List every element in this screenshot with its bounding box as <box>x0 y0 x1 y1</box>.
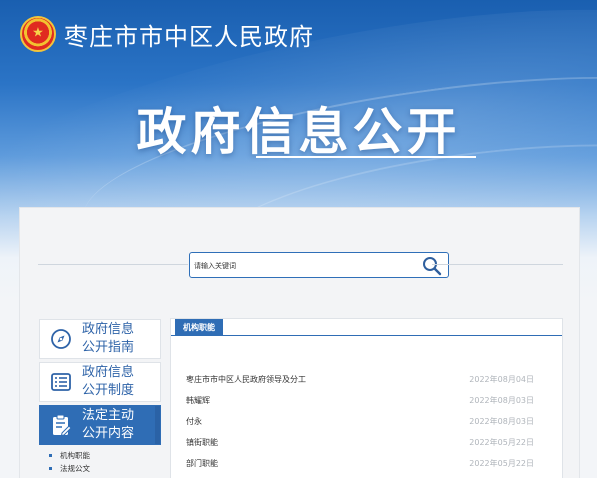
sidebar-item-label: 法定主动 公开内容 <box>82 408 135 441</box>
search-input[interactable] <box>194 257 414 274</box>
divider <box>38 264 188 265</box>
article-date: 2022年08月03日 <box>469 396 534 405</box>
page-title: 政府信息公开 <box>136 103 461 161</box>
sidebar-item-label: 政府信息 公开指南 <box>82 322 135 355</box>
article-title[interactable]: 付永 <box>186 411 202 432</box>
clipboard-edit-icon <box>40 413 82 437</box>
sidebar-submenu: 机构职能 法规公文 <box>39 449 161 475</box>
sidebar-menu: 政府信息 公开指南 政府信息 公开制度 法定主动 公开内容 机构职能 法规公文 <box>39 319 161 475</box>
title-underline <box>256 156 476 158</box>
compass-icon <box>40 328 82 350</box>
submenu-item-label: 法规公文 <box>60 464 90 473</box>
section-tab-bar: 机构职能 <box>171 319 562 336</box>
article-date: 2022年05月22日 <box>469 459 534 468</box>
divider <box>432 264 563 265</box>
submenu-item-functions[interactable]: 机构职能 <box>49 449 161 462</box>
list-item[interactable]: 枣庄市市中区人民政府领导及分工 2022年08月04日 <box>186 369 534 390</box>
content-section: 机构职能 枣庄市市中区人民政府领导及分工 2022年08月04日 韩耀辉 202… <box>170 318 563 478</box>
list-item[interactable]: 部门职能 2022年05月22日 <box>186 453 534 474</box>
bullet-icon <box>49 454 52 457</box>
list-item[interactable]: 韩耀辉 2022年08月03日 <box>186 390 534 411</box>
submenu-item-regulations[interactable]: 法规公文 <box>49 462 161 475</box>
article-date: 2022年05月22日 <box>469 438 534 447</box>
article-title[interactable]: 部门职能 <box>186 453 218 474</box>
bullet-icon <box>49 467 52 470</box>
article-date: 2022年08月03日 <box>469 417 534 426</box>
list-item[interactable]: 付永 2022年08月03日 <box>186 411 534 432</box>
sidebar-item-disclosure-guide[interactable]: 政府信息 公开指南 <box>39 319 161 359</box>
search-row <box>38 252 563 278</box>
list-item[interactable]: 镇街职能 2022年05月22日 <box>186 432 534 453</box>
site-brand[interactable]: 枣庄市市中区人民政府 <box>20 14 314 54</box>
search-icon[interactable] <box>422 256 442 276</box>
main-panel: 政府信息 公开指南 政府信息 公开制度 <box>19 207 580 478</box>
article-title[interactable]: 枣庄市市中区人民政府领导及分工 <box>186 369 306 390</box>
site-name: 枣庄市市中区人民政府 <box>64 22 314 51</box>
tab-institution-functions[interactable]: 机构职能 <box>175 319 223 336</box>
submenu-item-label: 机构职能 <box>60 451 90 460</box>
search-box <box>189 252 449 278</box>
article-title[interactable]: 韩耀辉 <box>186 390 210 411</box>
document-list-icon <box>40 371 82 393</box>
article-list: 枣庄市市中区人民政府领导及分工 2022年08月04日 韩耀辉 2022年08月… <box>186 369 534 474</box>
article-title[interactable]: 镇街职能 <box>186 432 218 453</box>
article-date: 2022年08月04日 <box>469 375 534 384</box>
national-emblem-icon <box>20 16 56 52</box>
sidebar-item-label: 政府信息 公开制度 <box>82 365 135 398</box>
sidebar-item-disclosure-system[interactable]: 政府信息 公开制度 <box>39 362 161 402</box>
sidebar-item-statutory-content[interactable]: 法定主动 公开内容 <box>39 405 161 445</box>
